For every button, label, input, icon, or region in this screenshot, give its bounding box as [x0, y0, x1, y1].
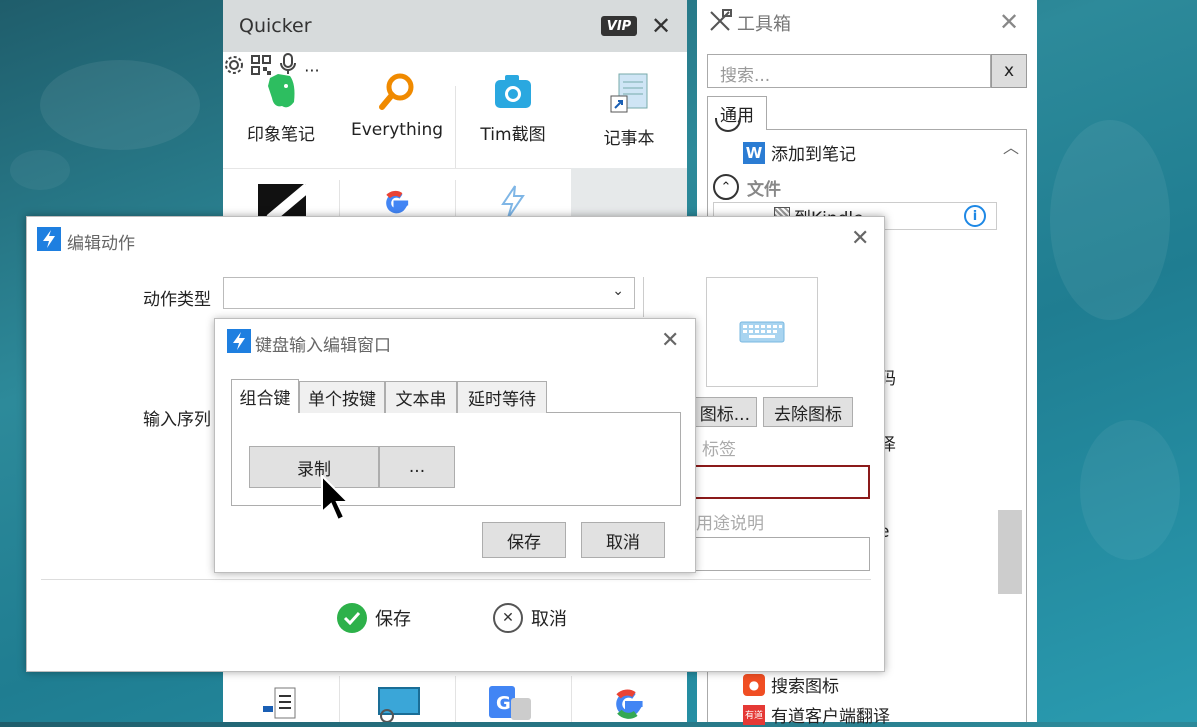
dialog-title: 键盘输入编辑窗口: [255, 336, 391, 356]
list-item[interactable]: W 添加到笔记: [743, 140, 856, 165]
record-button[interactable]: 录制: [249, 446, 379, 488]
list-item[interactable]: ● 搜索图标: [743, 672, 839, 697]
remove-icon-button[interactable]: 去除图标: [763, 397, 853, 427]
flowchart-icon[interactable]: [259, 686, 303, 722]
mouse-cursor-icon: [321, 474, 350, 522]
app-label: 印象笔记: [247, 125, 315, 145]
chevron-up-icon[interactable]: ︿: [1003, 134, 1019, 158]
list-item[interactable]: 有道 有道客户端翻译: [743, 702, 890, 727]
tab-single-key[interactable]: 单个按键: [299, 381, 385, 413]
black-app-icon[interactable]: [258, 184, 306, 220]
group-label: 文件: [747, 179, 781, 200]
usage-input[interactable]: [696, 537, 870, 571]
blank-icon[interactable]: [571, 168, 687, 218]
toolbox-title: 工具箱: [737, 14, 791, 35]
keyboard-icon: [739, 321, 785, 343]
google-icon[interactable]: [375, 188, 417, 218]
group-header-file[interactable]: ⌃ 文件: [713, 174, 781, 200]
divider: [41, 579, 871, 580]
app-notepad[interactable]: 记事本: [571, 72, 687, 149]
app-label: 记事本: [603, 129, 655, 149]
save-button[interactable]: 保存: [482, 522, 566, 558]
check-circle-icon: [337, 603, 367, 633]
dialog-title: 编辑动作: [67, 234, 135, 254]
cancel-button[interactable]: 取消: [581, 522, 665, 558]
search-input[interactable]: 搜索...: [707, 54, 991, 88]
info-icon[interactable]: i: [964, 205, 986, 227]
save-label: 保存: [375, 609, 411, 630]
tab-delay[interactable]: 延时等待: [457, 381, 547, 413]
clear-search-button[interactable]: x: [991, 54, 1027, 88]
background-water: [10, 150, 70, 190]
grid-divider: [455, 676, 456, 722]
evernote-icon: [268, 74, 295, 108]
grid-divider: [339, 676, 340, 722]
vip-badge[interactable]: VIP: [601, 16, 637, 36]
quicker-title: Quicker: [239, 15, 312, 37]
google-translate-icon[interactable]: G: [487, 684, 535, 722]
list-item-label: 搜索图标: [771, 677, 839, 697]
background-water: [40, 60, 200, 150]
tag-input[interactable]: [696, 465, 870, 499]
x-circle-icon: ✕: [493, 603, 523, 633]
app-tim-screenshot[interactable]: Tim截图: [455, 72, 571, 145]
close-icon[interactable]: ✕: [651, 12, 671, 40]
save-button[interactable]: 保存: [337, 603, 411, 633]
monitor-icon[interactable]: [375, 686, 423, 722]
notepad-icon: [610, 73, 648, 113]
list-item-label: 添加到笔记: [771, 145, 856, 165]
word-icon: W: [743, 141, 765, 164]
choose-icon-button[interactable]: 图标...: [691, 397, 757, 427]
cancel-label: 取消: [531, 609, 567, 630]
grid-divider: [455, 86, 456, 168]
action-icon-preview: [706, 277, 818, 387]
search-icon-app-icon: ●: [743, 673, 765, 696]
input-sequence-label: 输入序列: [143, 410, 211, 430]
action-type-label: 动作类型: [143, 290, 211, 310]
keyboard-input-dialog: 键盘输入编辑窗口 ✕ 组合键 单个按键 文本串 延时等待 录制 ... 保存 取…: [214, 318, 696, 573]
app-label: Tim截图: [480, 125, 546, 145]
app-everything[interactable]: Everything: [339, 72, 455, 140]
close-icon[interactable]: ✕: [661, 330, 679, 352]
background-water: [1080, 420, 1180, 560]
svg-text:G: G: [496, 693, 511, 714]
chevron-up-circle-icon: ⌃: [713, 174, 739, 200]
quicker-bolt-icon: [227, 329, 251, 353]
usage-label: 用途说明: [696, 514, 764, 534]
app-label: Everything: [350, 120, 444, 140]
quicker-bolt-icon[interactable]: [499, 184, 527, 218]
more-options-button[interactable]: ...: [379, 446, 455, 488]
quicker-bolt-icon: [37, 227, 61, 251]
tab-hotkey[interactable]: 组合键: [231, 379, 299, 413]
chevron-down-icon: ⌄: [612, 283, 624, 299]
google-icon[interactable]: [607, 686, 649, 722]
cancel-button[interactable]: ✕ 取消: [493, 603, 567, 633]
close-icon[interactable]: ✕: [851, 228, 869, 250]
app-evernote[interactable]: 印象笔记: [223, 72, 339, 145]
divider: [643, 277, 644, 317]
grid-divider: [571, 676, 572, 722]
tab-text[interactable]: 文本串: [385, 381, 457, 413]
grid-divider: [339, 180, 340, 220]
tag-label-clip: 标签: [696, 435, 736, 459]
grid-divider: [455, 180, 456, 220]
scrollbar-thumb[interactable]: [998, 510, 1022, 594]
tools-icon: [710, 9, 732, 31]
action-type-select[interactable]: ⌄: [223, 277, 635, 309]
camera-icon: [495, 75, 531, 108]
tag-label: 标签: [702, 440, 736, 459]
close-icon[interactable]: ✕: [999, 8, 1019, 36]
background-water: [1050, 120, 1170, 320]
everything-search-icon: [379, 73, 414, 110]
list-item-label: 有道客户端翻译: [771, 707, 890, 727]
